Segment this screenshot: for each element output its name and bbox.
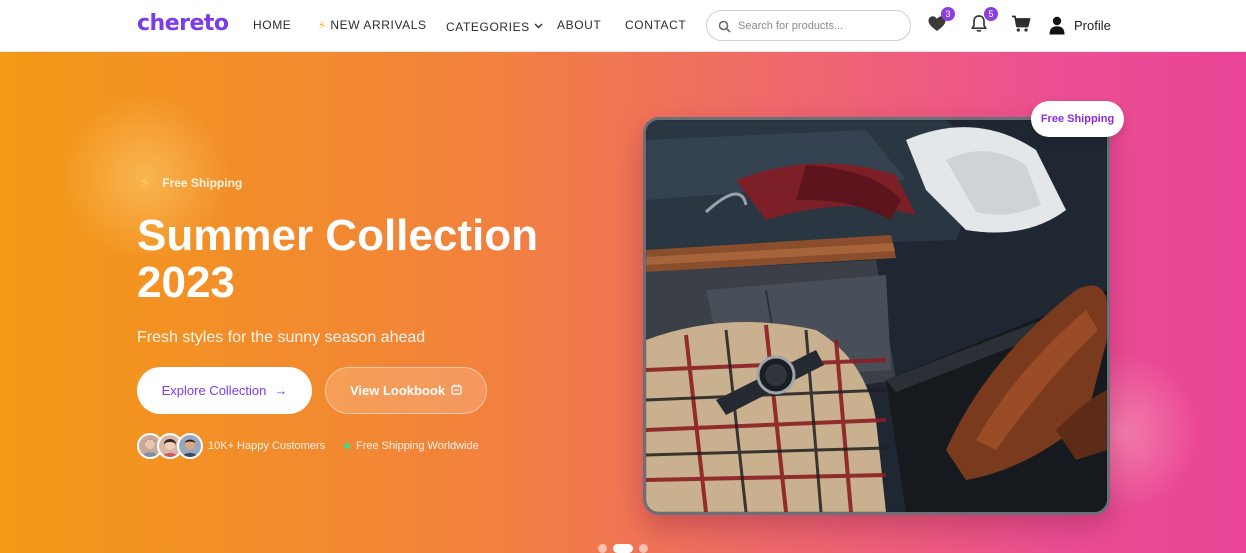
chevron-down-icon xyxy=(534,18,543,32)
arrow-right-icon: → xyxy=(274,383,288,398)
search-box xyxy=(706,10,911,41)
view-lookbook-button[interactable]: View Lookbook xyxy=(325,367,487,414)
profile-label: Profile xyxy=(1074,18,1111,33)
hero-banner: ⚡ Free Shipping Summer Collection 2023 Fr… xyxy=(0,52,1246,553)
free-shipping-worldwide-text: Free Shipping Worldwide xyxy=(356,440,479,452)
nav-new-arrivals-label: NEW ARRIVALS xyxy=(330,18,427,32)
carousel-indicators xyxy=(598,544,658,553)
hero-tag: ⚡ Free Shipping xyxy=(139,173,242,193)
wishlist-button[interactable]: 3 xyxy=(927,7,955,36)
carousel-dot[interactable] xyxy=(598,544,607,553)
view-lookbook-label: View Lookbook xyxy=(349,383,446,398)
free-shipping-badge: Free Shipping xyxy=(1031,101,1124,137)
navbar: chereto HOME ⚡ NEW ARRIVALS CATEGORIES AB… xyxy=(0,0,1246,52)
hero-product-image xyxy=(643,117,1110,515)
nav-categories[interactable]: CATEGORIES xyxy=(446,18,543,34)
hero-subtitle: Fresh styles for the sunny season ahead xyxy=(137,329,426,346)
search-input[interactable] xyxy=(738,17,903,35)
status-dot xyxy=(344,443,350,449)
notifications-button[interactable]: 5 xyxy=(970,7,998,36)
hero-title: Summer Collection 2023 xyxy=(137,211,538,307)
wishlist-count-badge: 3 xyxy=(941,7,955,21)
nav-categories-label: CATEGORIES xyxy=(446,20,530,34)
nav-new-arrivals[interactable]: ⚡ NEW ARRIVALS xyxy=(318,18,427,32)
carousel-dot[interactable] xyxy=(639,544,648,553)
lightning-icon: ⚡ xyxy=(139,175,151,192)
customer-avatars xyxy=(137,433,203,459)
calendar-icon xyxy=(451,383,462,398)
notifications-count-badge: 5 xyxy=(984,7,998,21)
brand-logo[interactable]: chereto xyxy=(137,11,229,36)
user-icon xyxy=(1049,16,1065,35)
explore-collection-label: Explore Collection xyxy=(161,383,267,398)
nav-home[interactable]: HOME xyxy=(253,18,291,32)
cart-icon xyxy=(1012,15,1031,32)
nav-about[interactable]: ABOUT xyxy=(557,18,601,32)
explore-collection-button[interactable]: Explore Collection → xyxy=(137,367,312,414)
happy-customers-text: 10K+ Happy Customers xyxy=(208,440,326,452)
cart-button[interactable] xyxy=(1011,14,1033,36)
carousel-dot-active[interactable] xyxy=(613,544,633,553)
search-icon xyxy=(718,20,731,33)
hero-tag-label: Free Shipping xyxy=(162,176,243,190)
nav-contact[interactable]: CONTACT xyxy=(625,18,686,32)
avatar xyxy=(177,433,203,459)
lightning-icon: ⚡ xyxy=(318,20,327,32)
